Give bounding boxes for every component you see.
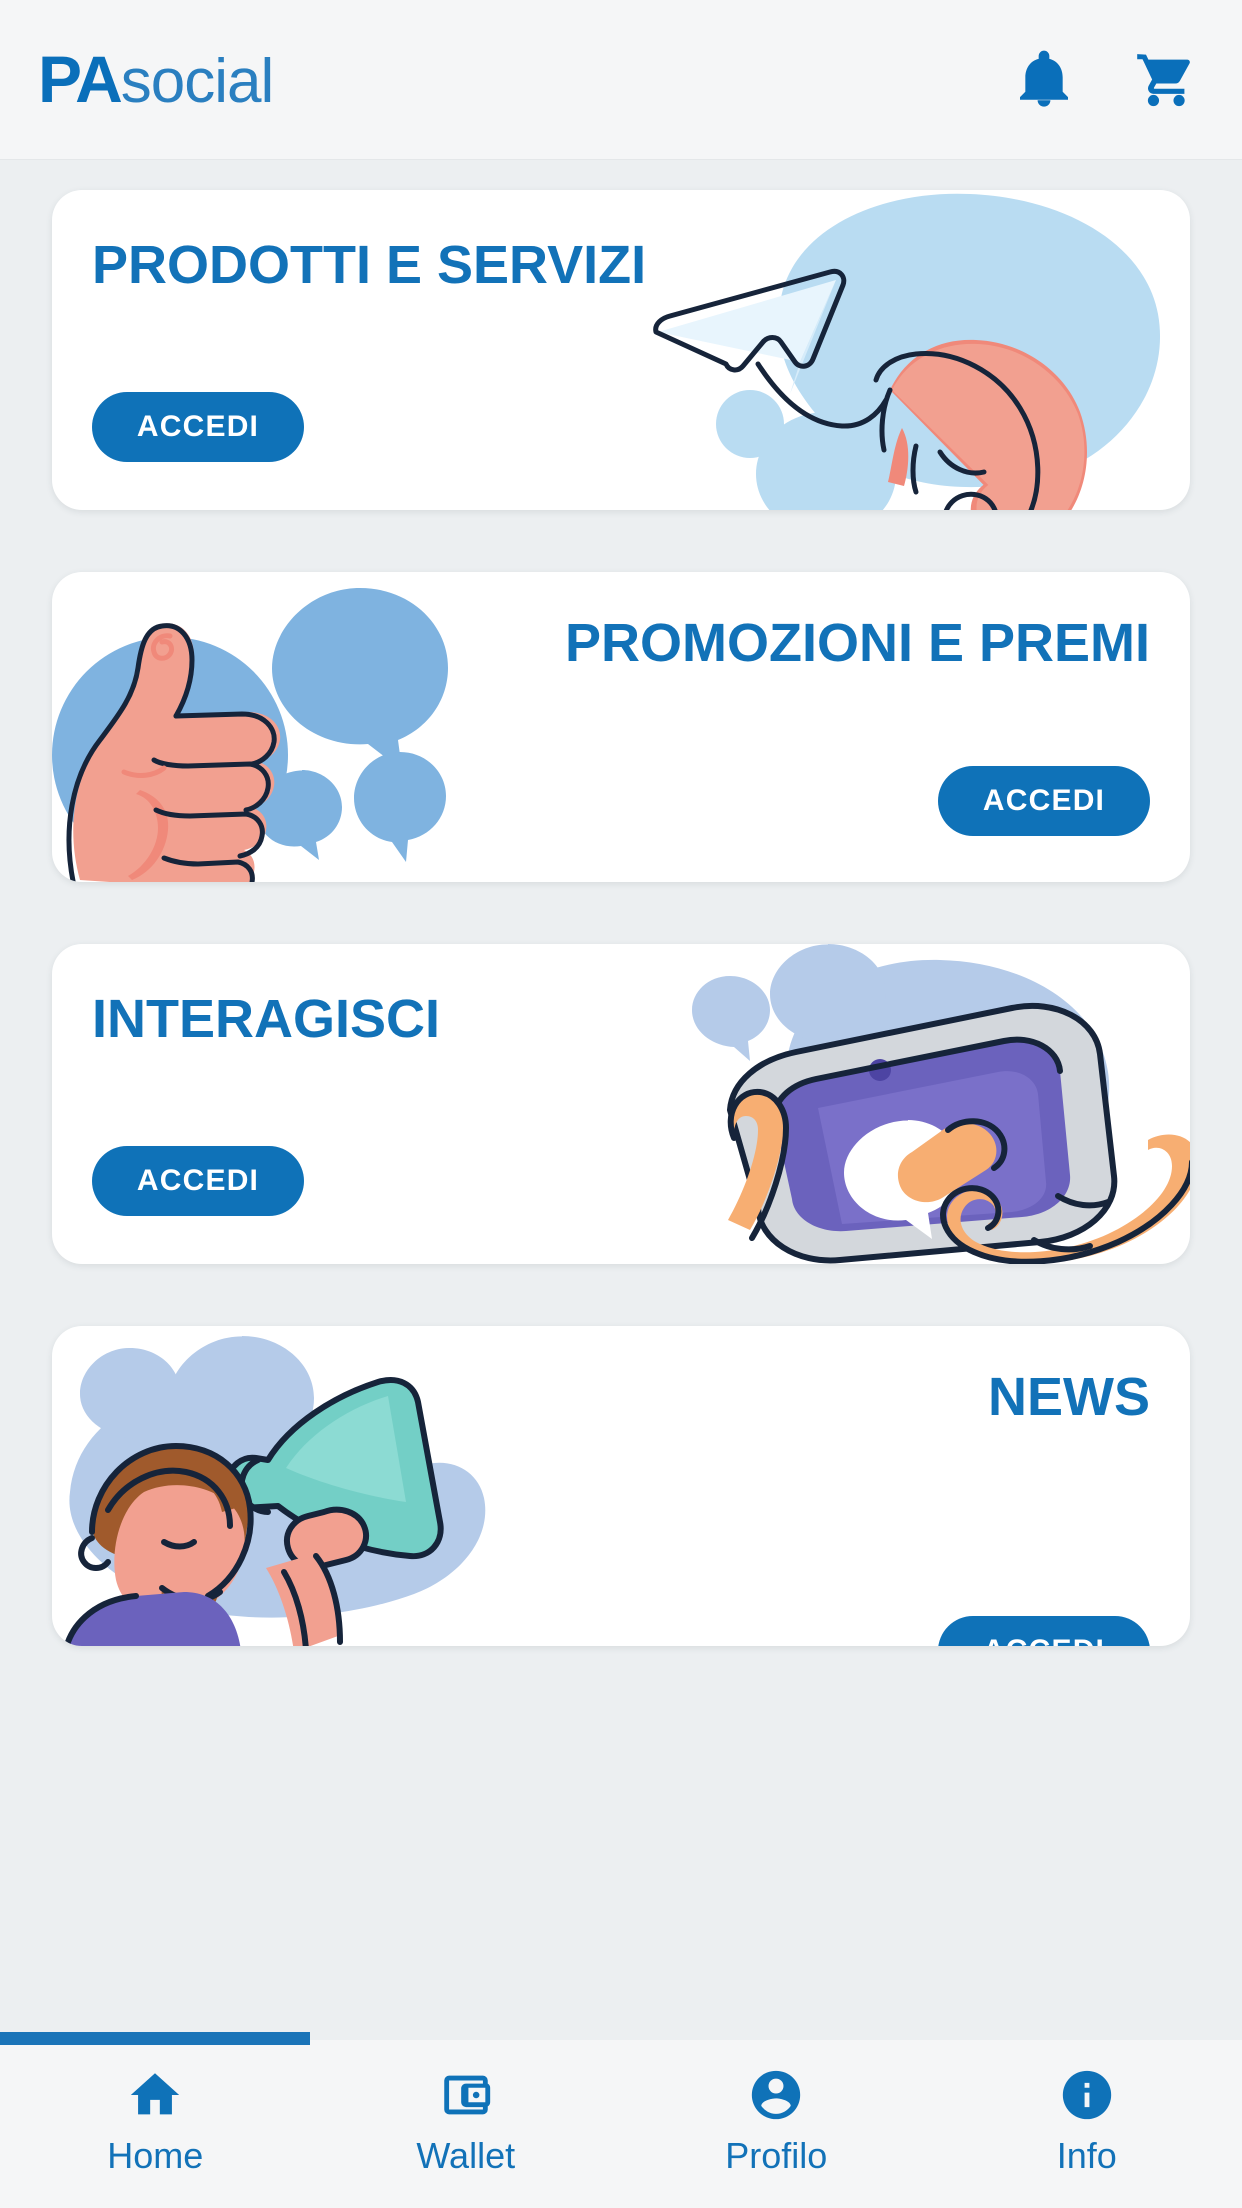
nav-item-profilo[interactable]: Profilo (621, 2040, 932, 2174)
brand-logo[interactable]: PA social (38, 42, 275, 116)
bell-icon (1020, 50, 1068, 107)
brand-logo-social: social (120, 47, 275, 116)
card-interagisci[interactable]: INTERAGISCI ACCEDI (52, 944, 1190, 1264)
info-circle-icon (1062, 2070, 1111, 2120)
hands-tablet-chat-illustration (692, 944, 1190, 1264)
wallet-icon (444, 2075, 490, 2115)
app-header: PA social (0, 0, 1242, 160)
nav-label-profilo: Profilo (725, 2135, 828, 2176)
thumbs-up-speech-bubbles-illustration (52, 588, 448, 882)
card-promozioni-e-premi[interactable]: PROMOZIONI E PREMI ACCEDI (52, 572, 1190, 882)
header-actions (1012, 48, 1198, 112)
accedi-button-interagisci[interactable]: ACCEDI (92, 1146, 304, 1216)
nav-label-home: Home (107, 2135, 204, 2176)
notifications-button[interactable] (1012, 48, 1076, 112)
paper-plane-hand-illustration (653, 193, 1161, 510)
card-title-interagisci: INTERAGISCI (92, 989, 441, 1049)
card-title-prodotti-e-servizi: PRODOTTI E SERVIZI (92, 235, 647, 295)
cart-button[interactable] (1134, 48, 1198, 112)
home-icon (131, 2073, 180, 2115)
card-news[interactable]: NEWS ACCEDI (52, 1326, 1190, 1646)
brand-logo-pa: PA (38, 42, 123, 116)
nav-label-info: Info (1056, 2135, 1117, 2176)
card-title-promozioni-e-premi: PROMOZIONI E PREMI (564, 613, 1150, 673)
cards-scroll-area[interactable]: PRODOTTI E SERVIZI ACCEDI PROMOZIONI E P… (0, 160, 1242, 2040)
card-prodotti-e-servizi[interactable]: PRODOTTI E SERVIZI ACCEDI (52, 190, 1190, 510)
nav-label-wallet: Wallet (416, 2135, 516, 2176)
nav-item-home[interactable]: Home (0, 2040, 311, 2174)
account-circle-icon (752, 2070, 801, 2120)
card-title-news: NEWS (988, 1367, 1150, 1427)
bottom-navigation-bar: Home Wallet Profilo Info (0, 2032, 1242, 2208)
nav-active-indicator (0, 2032, 310, 2045)
man-megaphone-illustration (63, 1336, 486, 1646)
accedi-button-news[interactable]: ACCEDI (938, 1616, 1150, 1646)
shopping-cart-icon (1137, 53, 1190, 106)
accedi-button-promozioni-e-premi[interactable]: ACCEDI (938, 766, 1150, 836)
accedi-button-prodotti-e-servizi[interactable]: ACCEDI (92, 392, 304, 462)
nav-item-info[interactable]: Info (932, 2040, 1242, 2174)
nav-item-wallet[interactable]: Wallet (311, 2040, 622, 2174)
